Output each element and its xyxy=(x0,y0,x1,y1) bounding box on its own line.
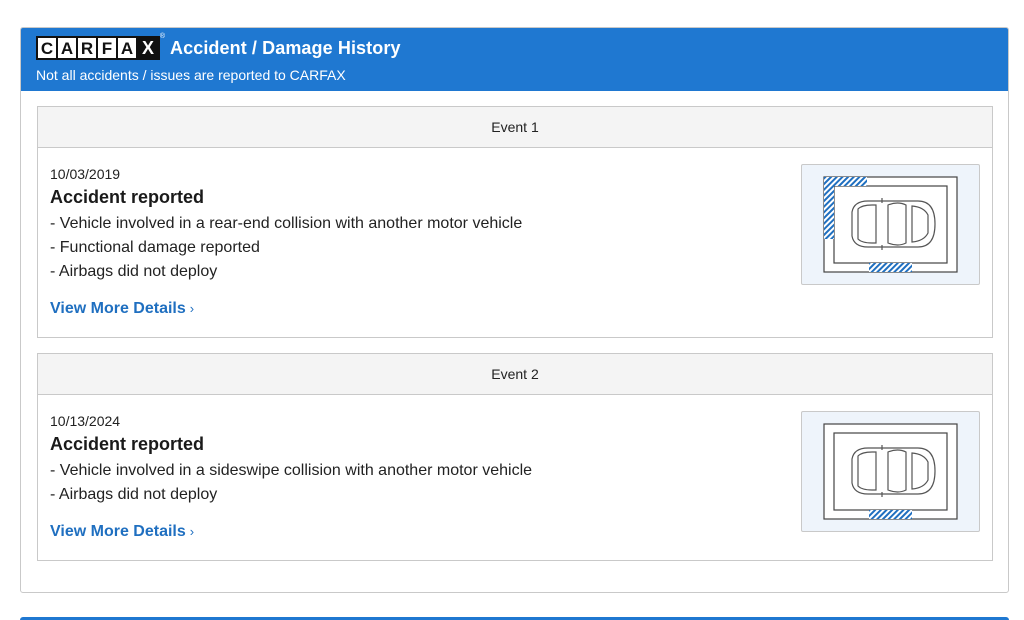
panel-header: C A R F A X ® Accident / Damage History … xyxy=(21,28,1008,91)
logo-letter: A xyxy=(58,38,76,58)
view-more-details-link[interactable]: View More Details › xyxy=(50,300,194,318)
event-card: Event 1 10/03/2019 Accident reported - V… xyxy=(37,106,993,338)
logo-letter: R xyxy=(78,38,96,58)
view-more-details-label: View More Details xyxy=(50,523,186,540)
panel-title: Accident / Damage History xyxy=(170,37,401,58)
car-damage-diagram-icon xyxy=(801,411,980,532)
car-damage-diagram-icon xyxy=(801,164,980,285)
damage-zone-rear xyxy=(869,263,912,272)
damage-zone-left-rear-top xyxy=(824,177,867,186)
logo-letter: F xyxy=(98,38,116,58)
logo-letter: X xyxy=(138,38,158,58)
panel-subtitle: Not all accidents / issues are reported … xyxy=(36,67,346,83)
logo-letter: C xyxy=(38,38,56,58)
chevron-right-icon: › xyxy=(189,301,195,316)
event-label: Event 1 xyxy=(38,107,992,148)
trademark-icon: ® xyxy=(159,33,165,40)
event-card: Event 2 10/13/2024 Accident reported - V… xyxy=(37,353,993,561)
carfax-logo: C A R F A X ® xyxy=(36,33,165,60)
logo-letter: A xyxy=(118,38,136,58)
event-label: Event 2 xyxy=(38,354,992,395)
accident-damage-panel: C A R F A X ® Accident / Damage History … xyxy=(20,27,1009,593)
chevron-right-icon: › xyxy=(189,524,195,539)
view-more-details-label: View More Details xyxy=(50,300,186,317)
view-more-details-link[interactable]: View More Details › xyxy=(50,523,194,541)
damage-zone-rear xyxy=(869,510,912,519)
damage-zone-left-rear xyxy=(824,177,834,239)
